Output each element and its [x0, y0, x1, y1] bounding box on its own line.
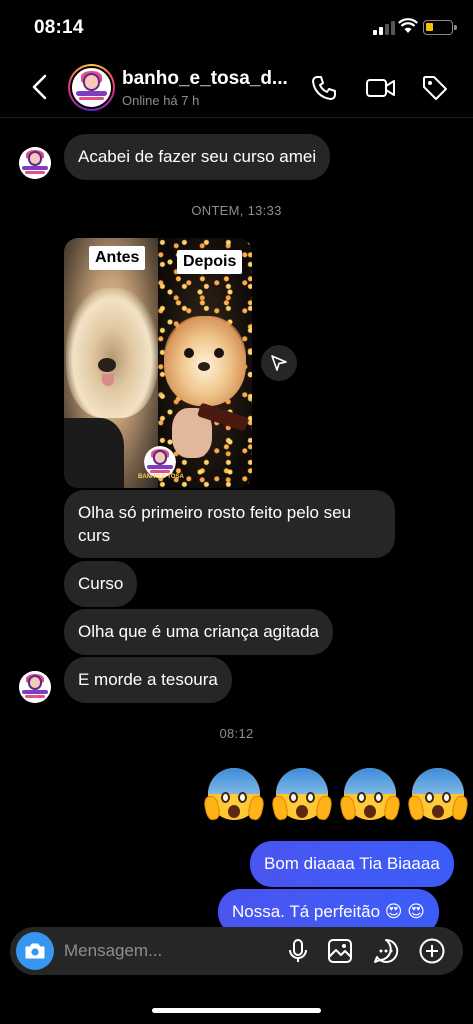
emoji-message[interactable]: [202, 762, 470, 832]
add-icon[interactable]: [418, 937, 446, 965]
home-indicator: [152, 1008, 321, 1013]
after-photo: [158, 238, 252, 488]
back-button[interactable]: [28, 74, 52, 100]
screaming-face-emoji-icon: [270, 762, 334, 826]
screaming-face-emoji-icon: [202, 762, 266, 826]
camera-button[interactable]: [16, 932, 54, 970]
contact-name[interactable]: banho_e_tosa_d...: [122, 68, 288, 90]
incoming-message[interactable]: Acabei de fazer seu curso amei: [64, 134, 331, 180]
sender-avatar[interactable]: [19, 671, 51, 703]
before-label: Antes: [89, 246, 146, 270]
brand-logo-icon: [72, 68, 111, 107]
after-label: Depois: [177, 250, 243, 274]
outgoing-message[interactable]: Bom diaaaa Tia Biaaaa: [250, 841, 454, 887]
wifi-icon: [398, 18, 418, 33]
incoming-message[interactable]: Olha só primeiro rosto feito pelo seu cu…: [64, 490, 395, 558]
timestamp-separator: ONTEM, 13:33: [191, 203, 282, 218]
cellular-signal-icon: [373, 21, 395, 35]
tag-icon[interactable]: [421, 74, 449, 102]
status-bar: 08:14: [0, 0, 473, 56]
incoming-message[interactable]: Olha que é uma criança agitada: [64, 609, 333, 655]
gallery-icon[interactable]: [326, 937, 354, 965]
message-input[interactable]: [64, 939, 264, 963]
message-composer: [10, 927, 463, 975]
camera-icon: [25, 943, 45, 959]
video-call-icon[interactable]: [365, 74, 397, 102]
incoming-message[interactable]: Curso: [64, 561, 138, 607]
battery-icon: [423, 20, 457, 35]
brand-logo-icon: [19, 147, 51, 179]
phone-call-icon[interactable]: [310, 74, 338, 102]
before-photo: [64, 238, 158, 488]
screaming-face-emoji-icon: [406, 762, 470, 826]
brand-logo-icon: [19, 671, 51, 703]
sticker-chat-icon[interactable]: [372, 937, 400, 965]
image-message[interactable]: Antes Depois BANHO E TOSA: [64, 238, 252, 488]
contact-status: Online há 7 h: [122, 93, 200, 108]
microphone-icon[interactable]: [284, 937, 312, 965]
status-time: 08:14: [34, 17, 84, 38]
watermark-text: BANHO E TOSA: [138, 474, 184, 480]
screaming-face-emoji-icon: [338, 762, 402, 826]
sender-avatar[interactable]: [19, 147, 51, 179]
contact-avatar[interactable]: [68, 64, 115, 111]
timestamp-separator: 08:12: [219, 726, 254, 741]
incoming-message[interactable]: E morde a tesoura: [64, 657, 232, 703]
send-arrow-icon: [271, 355, 287, 371]
chat-header: banho_e_tosa_d... Online há 7 h: [0, 56, 473, 118]
share-button[interactable]: [261, 345, 297, 381]
